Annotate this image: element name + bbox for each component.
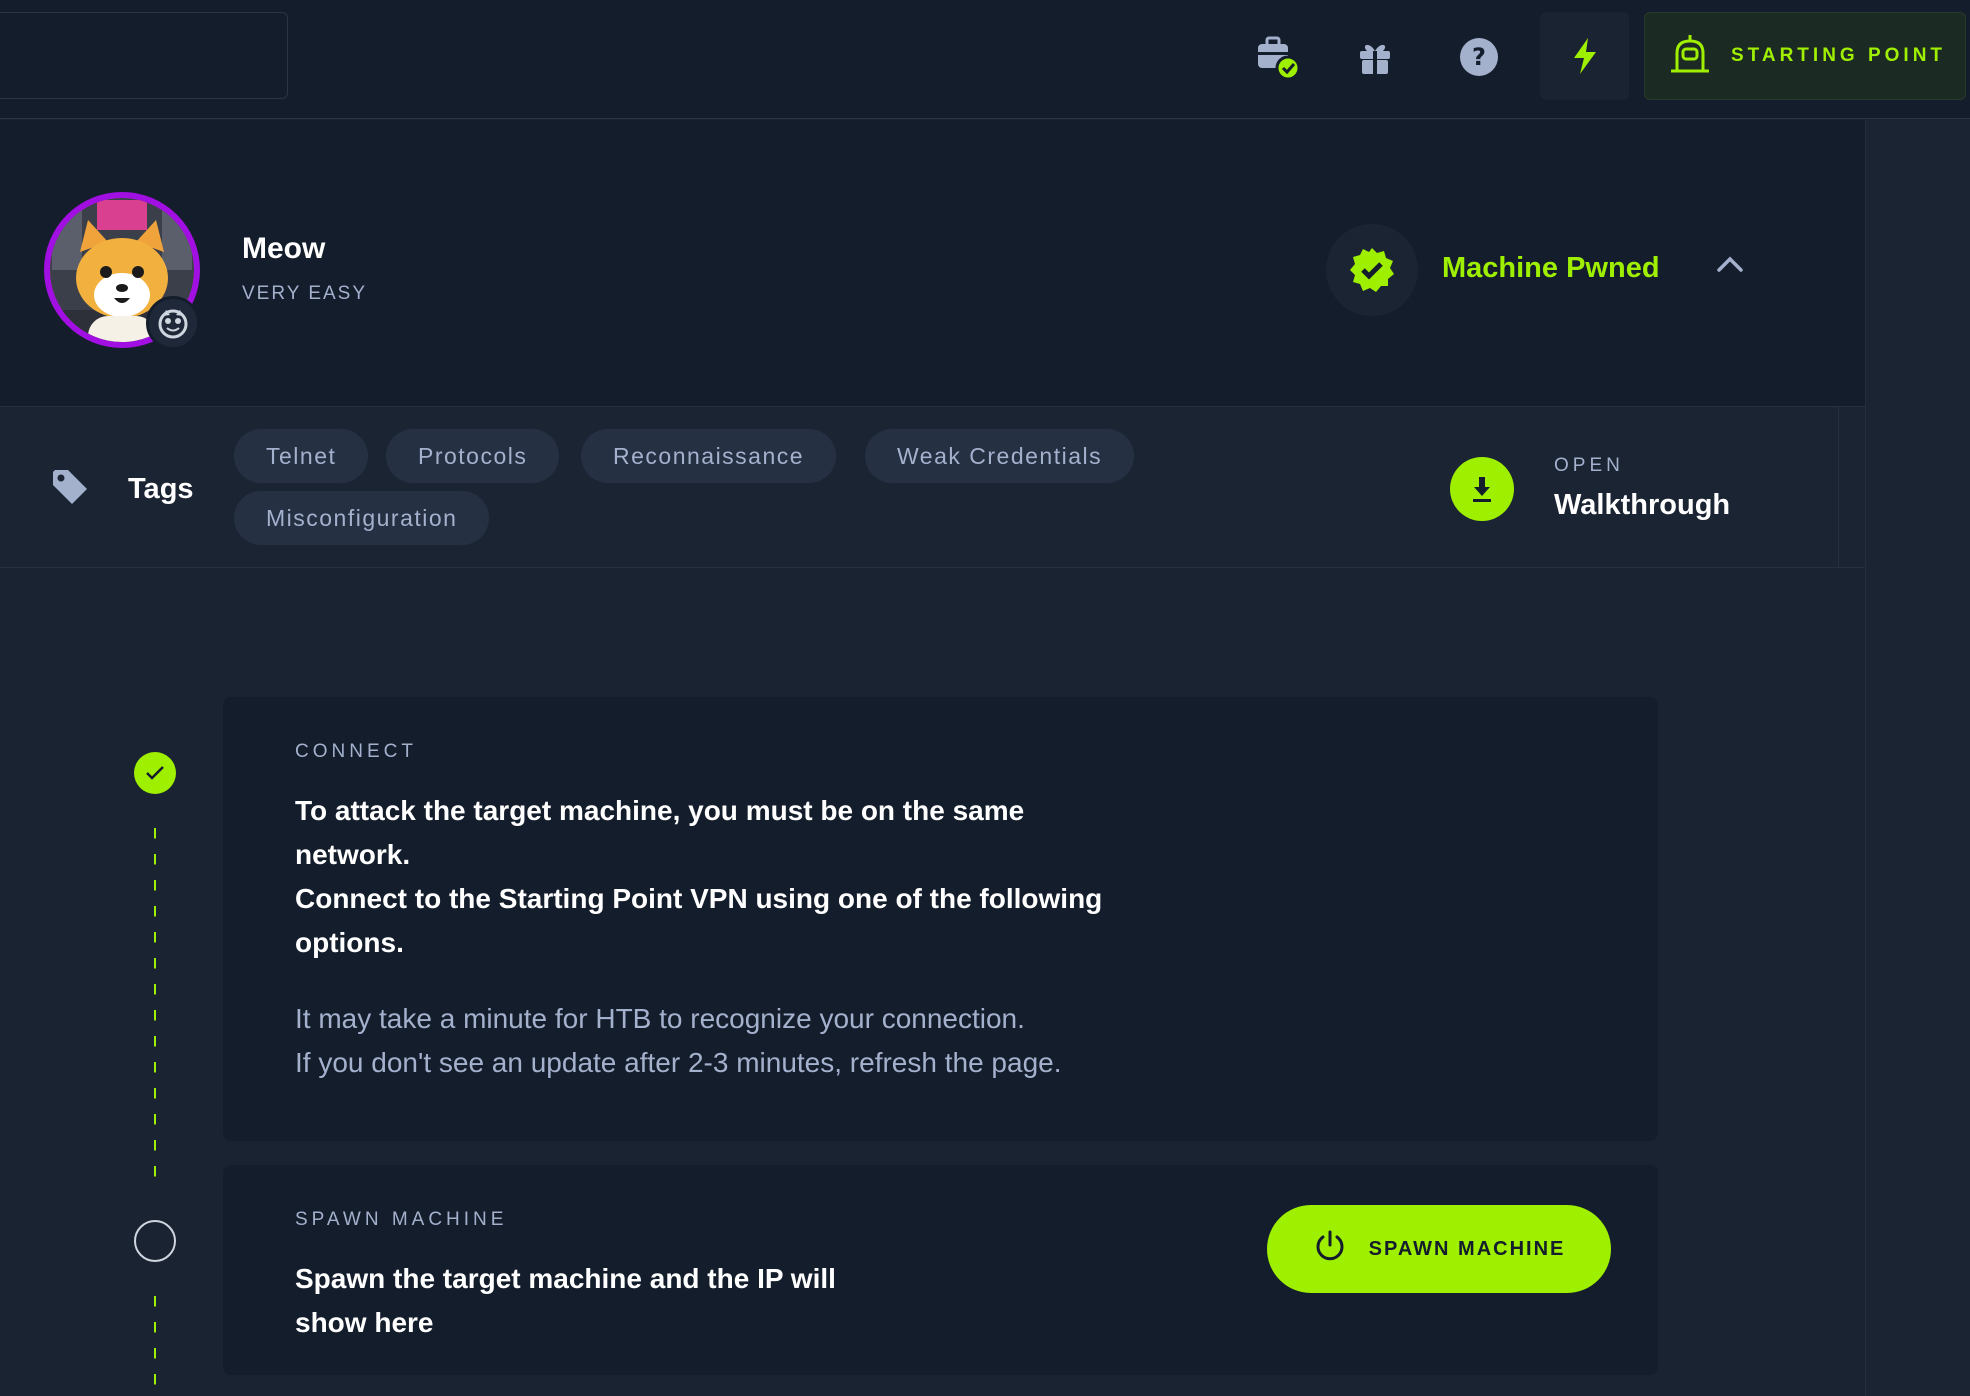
step-description: options. xyxy=(295,927,404,958)
svg-text:?: ? xyxy=(1472,43,1486,71)
starting-point-icon xyxy=(1669,33,1711,80)
tags-row: Tags Telnet Protocols Reconnaissance Wea… xyxy=(0,406,1865,569)
bolt-icon[interactable] xyxy=(1540,12,1629,100)
step-note: It may take a minute for HTB to recogniz… xyxy=(295,1003,1025,1034)
machine-pwned-label: Machine Pwned xyxy=(1442,252,1660,284)
tag-icon xyxy=(50,467,90,512)
help-icon[interactable]: ? xyxy=(1432,14,1526,100)
step-connector xyxy=(154,828,156,1180)
tag-chip[interactable]: Weak Credentials xyxy=(865,429,1135,483)
chevron-up-icon[interactable] xyxy=(1710,244,1750,284)
spawn-step-card: SPAWN MACHINE Spawn the target machine a… xyxy=(223,1165,1658,1375)
machine-header: Meow VERY EASY Machine Pwned xyxy=(0,120,1865,406)
gift-icon[interactable] xyxy=(1328,14,1422,100)
step-description: Spawn the target machine and the IP will xyxy=(295,1263,836,1294)
step-note: If you don't see an update after 2-3 min… xyxy=(295,1047,1062,1078)
step-complete-icon xyxy=(134,752,176,794)
tag-chip[interactable]: Reconnaissance xyxy=(581,429,837,483)
tags-label: Tags xyxy=(128,473,194,505)
step-description: show here xyxy=(295,1307,434,1338)
step-kicker: SPAWN MACHINE xyxy=(295,1209,508,1230)
step-description: network. xyxy=(295,839,411,870)
step-kicker: CONNECT xyxy=(295,741,417,762)
machine-name: Meow xyxy=(242,232,326,265)
search-input[interactable] xyxy=(0,12,288,99)
machine-difficulty: VERY EASY xyxy=(242,283,368,304)
step-description: To attack the target machine, you must b… xyxy=(295,795,1025,826)
briefcase-check-icon[interactable] xyxy=(1230,14,1324,100)
pwned-badge-icon xyxy=(1326,224,1418,316)
spawn-machine-button[interactable]: SPAWN MACHINE xyxy=(1267,1205,1611,1293)
power-icon xyxy=(1313,1229,1347,1269)
os-badge-icon xyxy=(146,296,200,350)
starting-point-button[interactable]: STARTING POINT xyxy=(1644,12,1966,100)
right-gutter xyxy=(1865,120,1970,1396)
walkthrough-kicker: OPEN xyxy=(1554,455,1624,476)
step-description: Connect to the Starting Point VPN using … xyxy=(295,883,1103,914)
tag-chip[interactable]: Misconfiguration xyxy=(234,491,490,545)
step-connector xyxy=(154,1296,156,1396)
tag-chip[interactable]: Telnet xyxy=(234,429,369,483)
connect-step-card: CONNECT To attack the target machine, yo… xyxy=(223,697,1658,1141)
spawn-machine-label: SPAWN MACHINE xyxy=(1368,1237,1566,1260)
divider xyxy=(1838,407,1839,569)
tag-chip[interactable]: Protocols xyxy=(386,429,560,483)
starting-point-label: STARTING POINT xyxy=(1731,45,1947,66)
walkthrough-download-button[interactable] xyxy=(1450,457,1514,521)
top-bar: ? STARTING POINT xyxy=(0,0,1970,119)
step-pending-icon xyxy=(134,1220,176,1262)
walkthrough-title[interactable]: Walkthrough xyxy=(1554,489,1730,522)
